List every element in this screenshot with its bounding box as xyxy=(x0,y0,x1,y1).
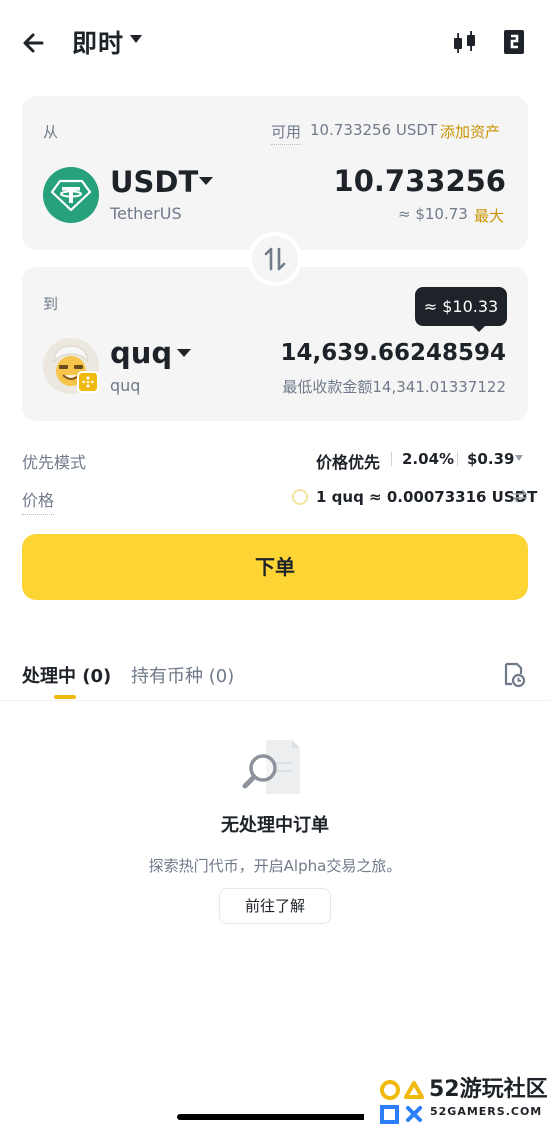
search-document-icon xyxy=(242,738,304,798)
fee-value[interactable]: $0.39 xyxy=(467,450,514,468)
tooltip-tail xyxy=(472,325,486,332)
priority-mode-value[interactable]: 价格优先 xyxy=(316,449,380,473)
order-book-button[interactable] xyxy=(502,28,526,56)
candlestick-chart-icon xyxy=(454,31,475,53)
swap-horizontal-icon xyxy=(513,489,527,503)
from-token-dropdown-icon[interactable] xyxy=(199,177,213,185)
tabs-divider xyxy=(0,700,550,701)
from-token-symbol[interactable]: USDT xyxy=(110,165,198,199)
loading-spinner-icon xyxy=(292,489,308,505)
usdt-token-icon[interactable] xyxy=(43,167,99,223)
empty-state-description: 探索热门代币，开启Alpha交易之旅。 xyxy=(148,857,402,875)
usd-value-tooltip: ≈ $10.33 xyxy=(415,287,507,326)
order-history-icon xyxy=(504,662,526,688)
available-label: 可用 xyxy=(271,121,302,145)
explore-button[interactable]: 前往了解 xyxy=(219,888,331,924)
min-receive-amount: 最低收款金额14,341.01337122 xyxy=(282,378,506,396)
back-button[interactable] xyxy=(18,26,52,60)
from-token-name: TetherUS xyxy=(110,204,182,223)
swap-vertical-icon xyxy=(264,247,286,271)
priority-mode-label: 优先模式 xyxy=(22,453,87,472)
order-book-icon xyxy=(504,30,524,54)
swap-direction-button[interactable] xyxy=(248,232,302,286)
watermark-site: 52GAMERS.COM xyxy=(430,1105,543,1118)
add-asset-link[interactable]: 添加资产 xyxy=(440,121,500,142)
divider xyxy=(457,452,458,466)
chart-button[interactable] xyxy=(451,29,479,57)
title-caret-icon[interactable] xyxy=(130,35,142,43)
tab-processing[interactable]: 处理中 (0) xyxy=(22,662,111,688)
to-label: 到 xyxy=(43,295,59,313)
rate-switch-button[interactable] xyxy=(512,488,528,504)
active-tab-indicator xyxy=(54,695,76,699)
price-label[interactable]: 价格 xyxy=(22,487,55,515)
available-balance: 10.733256 USDT xyxy=(310,121,438,139)
to-token-name: quq xyxy=(110,376,141,395)
watermark-logo-icon xyxy=(380,1080,424,1124)
from-usd-value: ≈ $10.73 xyxy=(398,205,468,223)
page-title[interactable]: 即时 xyxy=(72,24,124,60)
exchange-rate: 1 quq ≈ 0.00073316 USDT xyxy=(316,488,538,506)
empty-state-title: 无处理中订单 xyxy=(221,815,329,836)
from-amount-input[interactable]: 10.733256 xyxy=(334,164,506,198)
slippage-value[interactable]: 2.04% xyxy=(402,450,454,468)
arrow-left-icon xyxy=(23,33,44,53)
to-amount: 14,639.66248594 xyxy=(280,340,506,366)
fee-dropdown-icon[interactable] xyxy=(515,455,523,461)
bnb-chain-badge-icon xyxy=(77,371,99,393)
watermark-name: 52游玩社区 xyxy=(429,1077,548,1102)
max-button[interactable]: 最大 xyxy=(474,205,504,226)
home-indicator[interactable] xyxy=(177,1114,373,1120)
tab-holdings[interactable]: 持有币种 (0) xyxy=(131,662,234,688)
from-label: 从 xyxy=(43,123,59,141)
place-order-button[interactable]: 下单 xyxy=(22,534,528,600)
divider xyxy=(391,452,392,466)
to-token-symbol[interactable]: quq xyxy=(110,336,172,370)
order-history-button[interactable] xyxy=(502,662,526,688)
to-token-dropdown-icon[interactable] xyxy=(177,349,191,357)
